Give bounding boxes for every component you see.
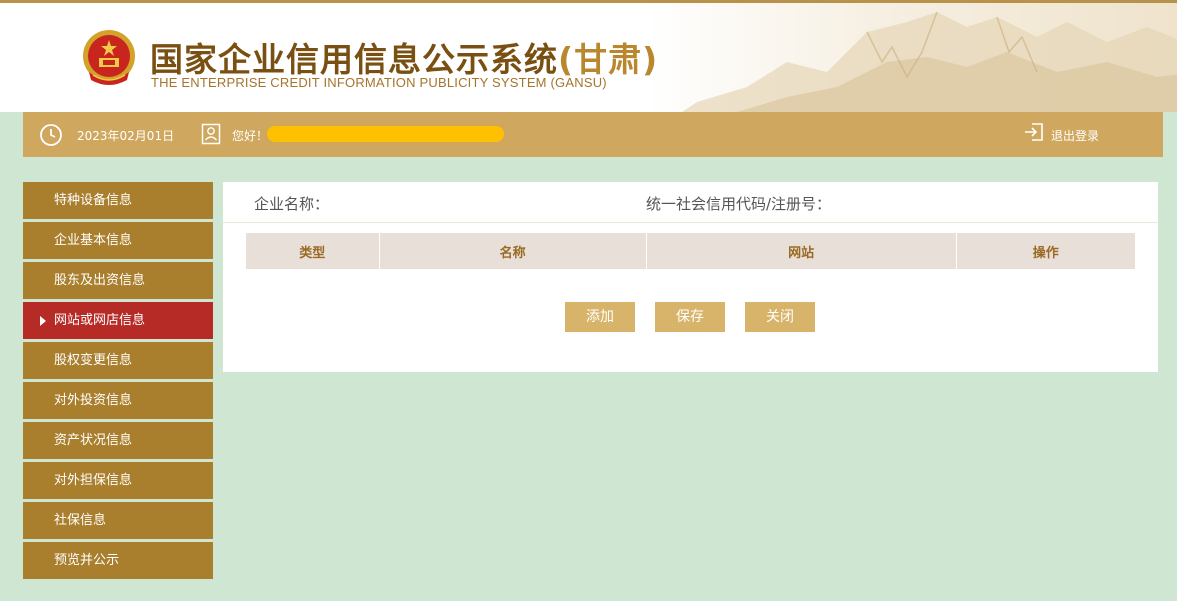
sidebar-item-social-security[interactable]: 社保信息 [23,502,213,539]
website-info-panel: 企业名称： 统一社会信用代码/注册号： 类型 名称 网站 操作 添加 保存 关闭 [223,182,1158,372]
sidebar-item-label: 股权变更信息 [54,353,133,368]
logout-icon[interactable] [1023,121,1045,143]
column-header-name: 名称 [379,233,647,269]
current-date: 2023年02月01日 [77,129,175,143]
greeting-text: 您好！ [232,129,269,143]
sidebar-item-assets[interactable]: 资产状况信息 [23,422,213,459]
sidebar-item-basic-info[interactable]: 企业基本信息 [23,222,213,259]
user-icon [201,123,221,145]
site-title-main: 国家企业信用信息公示系统 [150,40,558,79]
column-header-website: 网站 [646,233,957,269]
panel-header: 企业名称： 统一社会信用代码/注册号： [223,182,1158,223]
sidebar-item-label: 资产状况信息 [54,433,133,448]
info-bar: 2023年02月01日 您好！ 退出登录 [23,112,1163,157]
mountain-landscape-illustration [682,11,1177,112]
site-title-english: THE ENTERPRISE CREDIT INFORMATION PUBLIC… [151,75,607,90]
add-button[interactable]: 添加 [565,302,635,332]
table-header-row: 类型 名称 网站 操作 [246,233,1135,269]
sidebar-item-label: 对外投资信息 [54,393,133,408]
sidebar-item-label: 特种设备信息 [54,193,133,208]
sidebar-item-special-equipment[interactable]: 特种设备信息 [23,182,213,219]
column-header-type: 类型 [246,233,380,269]
sidebar-item-websites[interactable]: 网站或网店信息 [23,302,213,339]
logout-link[interactable]: 退出登录 [1051,127,1099,144]
sidebar-item-label: 股东及出资信息 [54,273,146,288]
sidebar-item-shareholders[interactable]: 股东及出资信息 [23,262,213,299]
sidebar-menu: 特种设备信息 企业基本信息 股东及出资信息 网站或网店信息 股权变更信息 对外投… [23,182,213,582]
save-button[interactable]: 保存 [655,302,725,332]
clock-icon [40,124,62,146]
sidebar-item-equity-change[interactable]: 股权变更信息 [23,342,213,379]
caret-right-icon [40,316,46,326]
close-button[interactable]: 关闭 [745,302,815,332]
site-title: 国家企业信用信息公示系统(甘肃) [150,33,658,81]
credit-code-label: 统一社会信用代码/注册号： [646,195,832,213]
sidebar-item-label: 企业基本信息 [54,233,133,248]
national-emblem-icon [83,30,135,85]
sidebar-item-label: 网站或网店信息 [54,313,146,328]
column-header-actions: 操作 [956,233,1135,269]
sidebar-item-guarantees[interactable]: 对外担保信息 [23,462,213,499]
enterprise-name-label: 企业名称： [254,195,330,213]
sidebar-item-label: 预览并公示 [54,553,120,568]
sidebar-item-investment[interactable]: 对外投资信息 [23,382,213,419]
websites-table: 类型 名称 网站 操作 [246,233,1135,269]
username-redacted [267,126,504,142]
sidebar-item-label: 社保信息 [54,513,107,528]
site-title-province: (甘肃) [558,40,659,79]
sidebar-item-preview-publish[interactable]: 预览并公示 [23,542,213,579]
site-header: 国家企业信用信息公示系统(甘肃) THE ENTERPRISE CREDIT I… [0,3,1177,112]
sidebar-item-label: 对外担保信息 [54,473,133,488]
